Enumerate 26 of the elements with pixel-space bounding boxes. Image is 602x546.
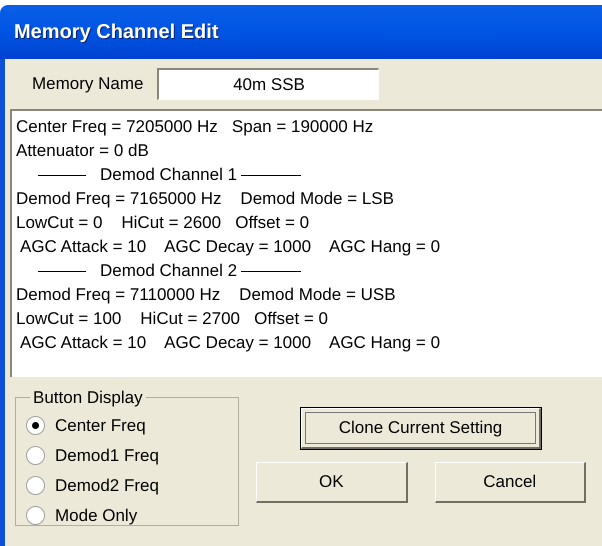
radio-label[interactable]: Demod2 Freq xyxy=(55,472,159,498)
radio-label[interactable]: Center Freq xyxy=(55,412,146,438)
radio-label[interactable]: Demod1 Freq xyxy=(55,442,159,468)
settings-line: Attenuator = 0 dB xyxy=(16,140,149,162)
radio-button[interactable] xyxy=(26,506,45,525)
radio-button[interactable] xyxy=(26,416,45,435)
dialog-button[interactable]: Cancel xyxy=(434,462,586,503)
window-title: Memory Channel Edit xyxy=(14,20,218,45)
settings-line: Demod Freq = 7110000 Hz Demod Mode = USB xyxy=(16,284,396,306)
field-label: Memory Name xyxy=(32,73,144,96)
dialog-button[interactable]: OK xyxy=(256,462,408,503)
settings-line: AGC Attack = 10 AGC Decay = 1000 AGC Hang = 0 xyxy=(19,236,440,258)
radio-button[interactable] xyxy=(26,476,45,495)
dialog-button[interactable]: Clone Current Setting xyxy=(301,408,541,449)
radio-button[interactable] xyxy=(26,446,45,465)
settings-line: LowCut = 100 HiCut = 2700 Offset = 0 xyxy=(16,308,328,330)
input-field[interactable]: 40m SSB xyxy=(157,68,380,100)
settings-line: LowCut = 0 HiCut = 2600 Offset = 0 xyxy=(16,212,310,234)
settings-line: AGC Attack = 10 AGC Decay = 1000 AGC Hang = 0 xyxy=(19,332,440,354)
settings-line: Center Freq = 7205000 Hz Span = 190000 Hz xyxy=(16,116,374,138)
group-title: Button Display xyxy=(32,387,144,409)
text-area[interactable] xyxy=(10,109,602,377)
radio-label[interactable]: Mode Only xyxy=(55,502,138,528)
settings-line: Demod Freq = 7165000 Hz Demod Mode = LSB xyxy=(16,188,394,210)
section-heading: Demod Channel 2 xyxy=(100,260,238,282)
section-heading: Demod Channel 1 xyxy=(100,164,238,186)
